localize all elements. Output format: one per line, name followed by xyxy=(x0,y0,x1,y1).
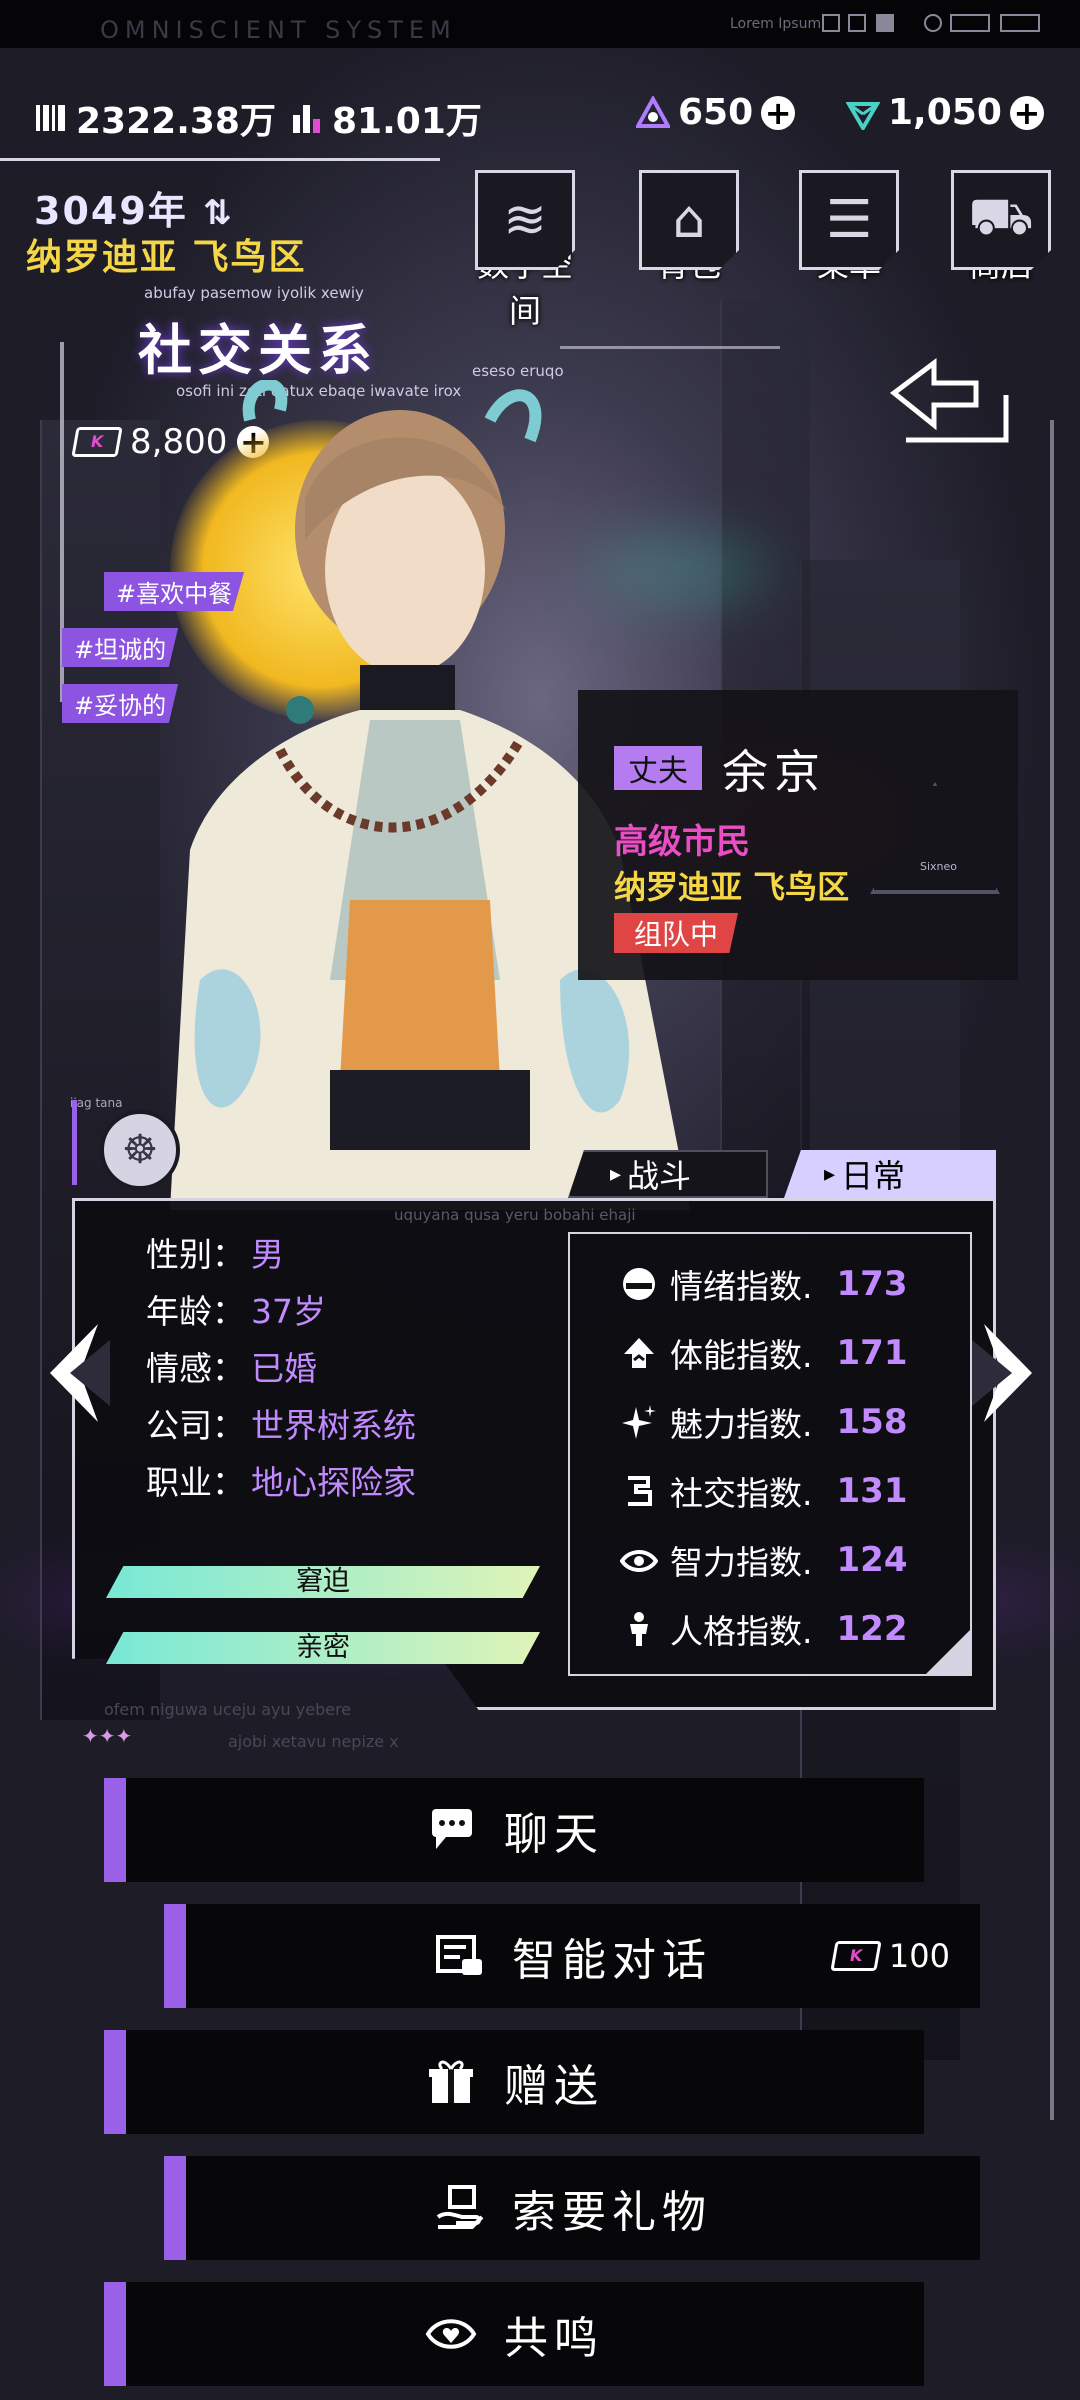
system-title: OMNISCIENT SYSTEM xyxy=(100,16,457,44)
frame-line-top xyxy=(560,346,780,349)
title-caption: abufay pasemow iyolik xewiy xyxy=(144,284,364,302)
gems-value: 650 xyxy=(678,92,754,133)
chat-icon xyxy=(432,1809,472,1849)
panel-caption: uquyana qusa yeru bobahi ehaji xyxy=(394,1206,636,1224)
tag-likes-chinese-food: #喜欢中餐 xyxy=(104,572,245,611)
stat-stamina: 体能指数. 171 xyxy=(620,1329,907,1377)
citizen-rank: 高级市民 xyxy=(614,822,750,862)
gift-icon xyxy=(429,2060,473,2103)
digital-space-button[interactable]: ≋ 数字空间 xyxy=(470,170,580,330)
menu-list-icon: ☰ xyxy=(799,170,899,270)
diamond-icon xyxy=(846,101,880,130)
signal-icon xyxy=(1000,14,1040,32)
stat-mood: 情绪指数. 173 xyxy=(620,1260,907,1308)
avatar-caption: ijag tana xyxy=(70,1096,123,1110)
intimacy-bar: 亲密 xyxy=(106,1632,540,1664)
mood-icon xyxy=(623,1268,655,1300)
avatar-accent xyxy=(72,1100,77,1185)
play-icon: ▸ xyxy=(610,1161,622,1187)
add-crystals-button[interactable]: + xyxy=(1009,95,1044,130)
triangle-gem-icon xyxy=(636,95,670,128)
circle-icon xyxy=(924,14,942,32)
status-text: Lorem Ipsum xyxy=(730,16,822,32)
chart-bars-icon xyxy=(293,105,320,133)
battery-icon xyxy=(950,14,990,32)
currency2-display: 81.01万 xyxy=(290,92,482,144)
tab-daily[interactable]: ▸ 日常 xyxy=(784,1150,996,1198)
shop-button[interactable]: ⛟ 商店 xyxy=(946,170,1056,300)
frame-line-right xyxy=(1050,420,1054,2120)
gift-button[interactable]: 赠送 xyxy=(104,2030,924,2134)
stat-social: 社交指数. 131 xyxy=(620,1467,907,1515)
stat-intelligence: 智力指数. 124 xyxy=(620,1536,907,1584)
barcode-icon xyxy=(36,105,65,131)
divider xyxy=(0,158,440,161)
character-location: 纳罗迪亚 飞鸟区 xyxy=(614,868,850,906)
tab-fight[interactable]: ▸ 战斗 xyxy=(568,1150,768,1198)
close-box-icon xyxy=(848,14,866,32)
back-button[interactable] xyxy=(886,355,1014,450)
request-gift-button[interactable]: 索要礼物 xyxy=(164,2156,980,2260)
stat-charm: 魅力指数. 158 xyxy=(620,1398,907,1446)
gems-display: 650 + xyxy=(636,92,796,133)
year-label: 3049年 ⇅ xyxy=(34,189,234,233)
awkward-bar: 窘迫 xyxy=(106,1566,540,1598)
relation-badge: 丈夫 xyxy=(614,746,702,790)
emblem-caption: Sixneo xyxy=(920,860,958,873)
district-label: 纳罗迪亚 飞鸟区 xyxy=(26,237,307,278)
ai-dialog-cost: K 100 xyxy=(830,1937,950,1975)
crystals-value: 1,050 xyxy=(888,92,1002,133)
ai-dialog-icon xyxy=(436,1935,482,1975)
social-icon xyxy=(628,1476,652,1506)
stars-icon: ✦✦✦ xyxy=(82,1724,133,1748)
system-status-bar: OMNISCIENT SYSTEM Lorem Ipsum xyxy=(0,0,1080,48)
tag-honest: #坦诚的 xyxy=(62,628,179,667)
coin-icon: K xyxy=(71,427,123,457)
title-side-caption: eseso eruqo xyxy=(472,362,564,380)
play-icon: ▸ xyxy=(824,1161,836,1187)
tag-compromising: #妥协的 xyxy=(62,684,179,723)
sparkle-icon xyxy=(622,1405,656,1439)
page-title: 社交关系 xyxy=(138,319,378,382)
bag-icon: ⌂ xyxy=(639,170,739,270)
menu-button[interactable]: ☰ 菜单 xyxy=(794,170,904,300)
avatar[interactable]: ☸ xyxy=(100,1110,180,1190)
currency1-display: 2322.38万 xyxy=(34,92,276,144)
crystals-display: 1,050 + xyxy=(846,92,1044,133)
currency1-value: 2322.38万 xyxy=(76,101,276,142)
request-gift-icon xyxy=(436,2185,484,2229)
profile-occupation: 职业： 地心探险家 xyxy=(146,1463,416,1502)
character-name: 余京 xyxy=(722,745,826,799)
chat-button[interactable]: 聊天 xyxy=(104,1778,924,1882)
resonance-icon xyxy=(425,2319,477,2349)
eye-icon xyxy=(620,1550,658,1572)
square-icon xyxy=(822,14,840,32)
ai-dialog-button[interactable]: 智能对话 K 100 xyxy=(164,1904,980,2008)
status-badge: 组队中 xyxy=(614,913,739,953)
backpack-button[interactable]: ⌂ 背包 xyxy=(634,170,744,300)
profile-age: 年龄： 37岁 xyxy=(146,1292,326,1331)
profile-company: 公司： 世界树系统 xyxy=(146,1406,416,1445)
filled-square-icon xyxy=(876,14,894,32)
profile-relationship: 情感： 已婚 xyxy=(146,1349,317,1388)
stamina-icon xyxy=(624,1338,654,1368)
currency2-value: 81.01万 xyxy=(332,101,482,142)
refresh-icon: ⇅ xyxy=(203,193,234,233)
profile-gender: 性别：男 xyxy=(146,1235,284,1274)
stat-personality: 人格指数. 122 xyxy=(620,1605,907,1653)
layers-icon: ≋ xyxy=(475,170,575,270)
add-gems-button[interactable]: + xyxy=(761,95,796,130)
previous-character-button[interactable] xyxy=(40,1320,110,1426)
resonance-button[interactable]: 共鸣 xyxy=(104,2282,924,2386)
coin-icon: K xyxy=(830,1941,882,1971)
panel-footer-caption: ofem niguwa uceju ayu yebere xyxy=(104,1700,352,1719)
next-character-button[interactable] xyxy=(972,1320,1042,1426)
panel-footer-caption-2: ajobi xetavu nepize x xyxy=(228,1732,399,1751)
cart-icon: ⛟ xyxy=(951,170,1051,270)
person-icon xyxy=(630,1612,648,1646)
